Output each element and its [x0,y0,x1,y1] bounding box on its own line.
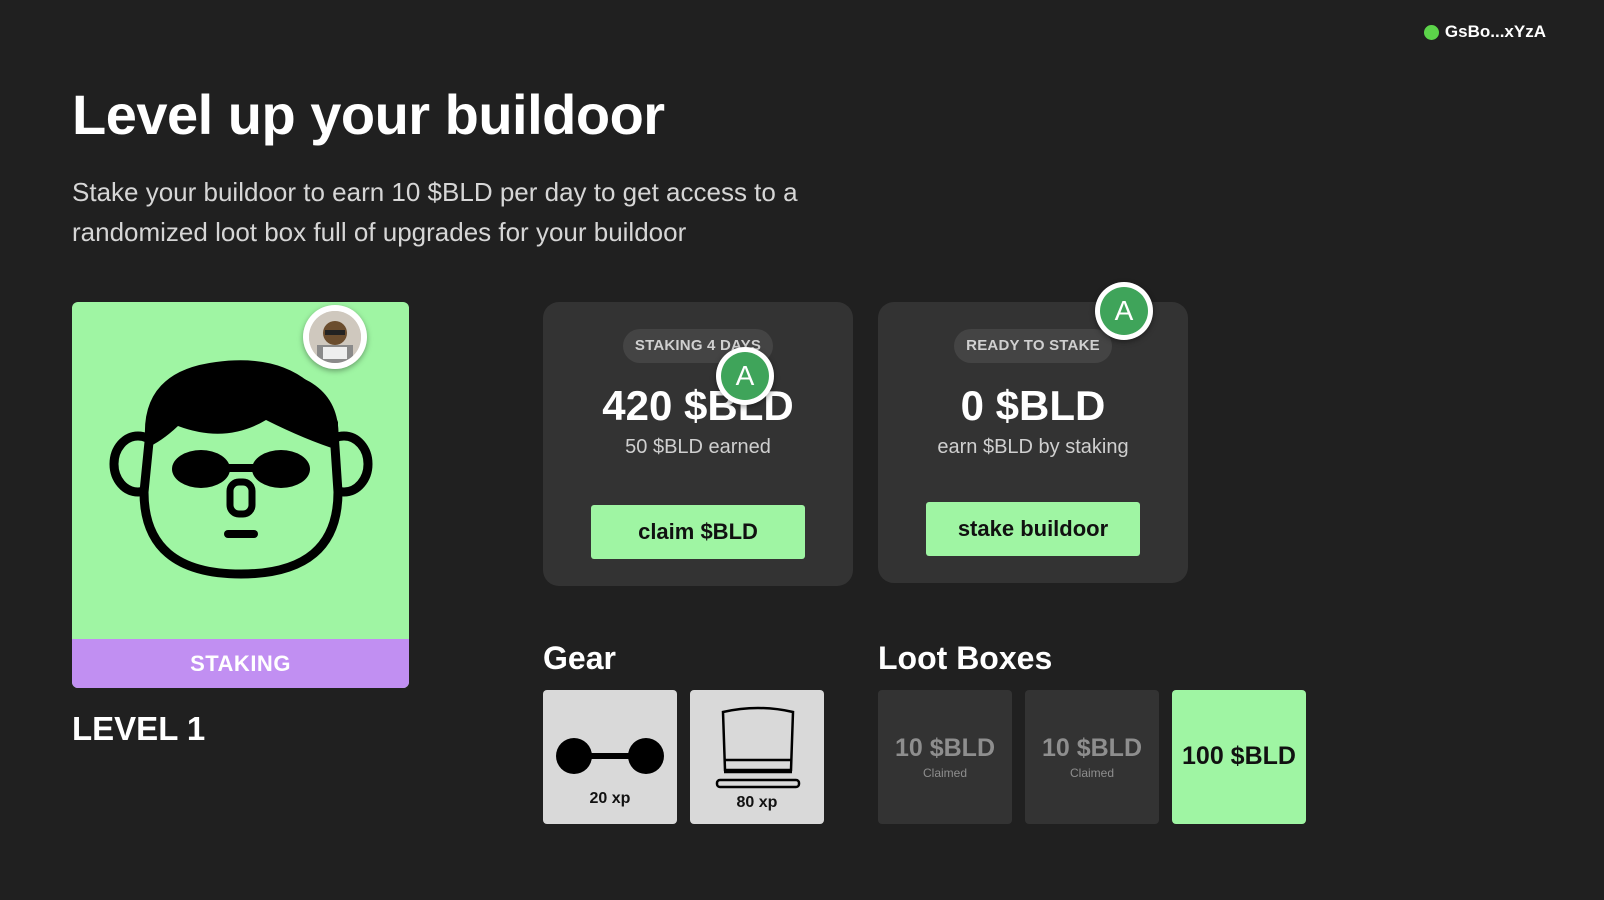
buildoor-card: STAKING [72,302,409,688]
wallet-address: GsBo...xYzA [1444,22,1546,41]
loot-box-price: 10 $BLD [1041,734,1143,762]
buildoor-avatar-icon [303,305,367,369]
gear-xp: 80 xp [736,794,778,811]
avatar-a-icon[interactable]: A [716,347,774,405]
stake-button[interactable]: stake buildoor [926,502,1140,556]
avatar-a-icon[interactable]: A [1095,282,1153,340]
staking-card: STAKING 4 DAYS 420 $BLD 50 $BLD earned c… [543,302,853,586]
staked-amount: 420 $BLD [602,382,794,429]
stake-hint: earn $BLD by staking [937,436,1129,458]
loot-box-price: 10 $BLD [894,734,996,762]
loot-box-status: Claimed [1069,766,1114,780]
claim-button[interactable]: claim $BLD [591,505,805,559]
page-title: Level up your buildoor [72,83,665,146]
loot-boxes-title: Loot Boxes [878,640,1053,676]
stake-balance: 0 $BLD [960,382,1106,429]
earned-amount: 50 $BLD earned [625,436,771,458]
loot-box-price: 100 $BLD [1182,742,1296,770]
gear-title: Gear [543,640,616,676]
ready-to-stake-card: READY TO STAKE 0 $BLD earn $BLD by staki… [878,302,1188,583]
wallet-indicator[interactable]: GsBo...xYzA [1423,22,1546,42]
loot-box-item[interactable]: 100 $BLD [1172,690,1306,824]
top-hat-icon [715,706,801,789]
staking-status-banner: STAKING [72,639,409,688]
gear-item[interactable]: 80 xp [690,690,824,824]
loot-box-item[interactable]: 10 $BLD Claimed [1025,690,1159,824]
gear-xp: 20 xp [589,790,631,807]
gear-item[interactable]: 20 xp [543,690,677,824]
loot-box-item[interactable]: 10 $BLD Claimed [878,690,1012,824]
loot-box-status: Claimed [922,766,967,780]
buildoor-face-illustration [109,360,373,579]
level-label: LEVEL 1 [72,710,206,747]
ready-to-stake-pill: READY TO STAKE [954,329,1112,363]
page-subtitle: Stake your buildoor to earn 10 $BLD per … [72,177,798,247]
glasses-icon [556,738,664,774]
connected-status-dot [1423,24,1439,40]
